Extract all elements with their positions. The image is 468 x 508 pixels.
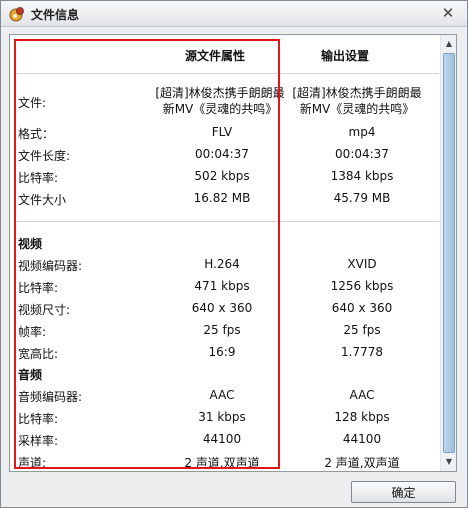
info-panel: 源文件属性 输出设置 文件: [超清]林俊杰携手朗朗最 新MV《灵魂的共鸣》 […	[9, 34, 457, 472]
row-label: 视频尺寸:	[18, 303, 71, 317]
source-value: H.264	[204, 257, 240, 271]
row-label: 比特率:	[18, 412, 59, 426]
close-button[interactable]: ✕	[439, 4, 457, 22]
scroll-thumb[interactable]	[443, 53, 455, 453]
info-row: 比特率: 502 kbps 1384 kbps	[10, 169, 440, 187]
output-value: 1256 kbps	[330, 279, 394, 293]
row-label: 格式：	[18, 127, 55, 141]
source-value: 471 kbps	[194, 279, 250, 293]
output-file-name-line: 新MV《灵魂的共鸣》	[299, 102, 415, 116]
window-title: 文件信息	[31, 8, 80, 22]
vertical-scrollbar[interactable]: ▲ ▼	[440, 35, 456, 471]
source-value: 2 声道,双声道	[184, 456, 260, 470]
scroll-down-button[interactable]: ▼	[442, 455, 456, 469]
section-title-audio: 音频	[18, 368, 43, 382]
source-value: 31 kbps	[198, 410, 246, 424]
app-logo-icon	[9, 6, 25, 22]
scroll-up-button[interactable]: ▲	[442, 37, 456, 51]
title-bar: 文件信息 ✕	[1, 1, 467, 27]
output-value: 25 fps	[343, 323, 381, 337]
row-label: 文件大小	[18, 193, 67, 207]
info-row: 格式： FLV mp4	[10, 125, 440, 143]
row-label: 比特率:	[18, 171, 59, 185]
info-row: 帧率: 25 fps 25 fps	[10, 323, 440, 341]
source-file-name-line: [超清]林俊杰携手朗朗最	[155, 86, 285, 100]
file-info-window: 文件信息 ✕ 源文件属性 输出设置 文件: [超清]林俊杰携手朗朗最 新MV《灵…	[0, 0, 468, 508]
info-row: 音频编码器: AAC AAC	[10, 388, 440, 406]
source-value: FLV	[211, 125, 233, 139]
scroll-down-arrow-icon: ▼	[445, 457, 453, 466]
output-value: 128 kbps	[334, 410, 390, 424]
info-row: 采样率: 44100 44100	[10, 432, 440, 450]
output-value: mp4	[348, 125, 376, 139]
output-value: 1384 kbps	[330, 169, 394, 183]
source-value: 640 x 360	[191, 301, 253, 315]
info-row: 文件长度: 00:04:37 00:04:37	[10, 147, 440, 165]
source-value: 502 kbps	[194, 169, 250, 183]
info-row: 宽高比: 16:9 1.7778	[10, 345, 440, 363]
output-file-name-line: [超清]林俊杰携手朗朗最	[292, 86, 422, 100]
divider	[14, 73, 439, 74]
output-value: AAC	[349, 388, 375, 402]
output-value: 44100	[342, 432, 382, 446]
row-label: 采样率:	[18, 434, 59, 448]
row-label: 音频编码器:	[18, 390, 83, 404]
scroll-up-arrow-icon: ▲	[445, 39, 453, 48]
row-label: 文件长度:	[18, 149, 71, 163]
section-title-video: 视频	[18, 237, 43, 251]
file-name-row: 文件: [超清]林俊杰携手朗朗最 新MV《灵魂的共鸣》 [超清]林俊杰携手朗朗最…	[10, 85, 440, 119]
output-value: 1.7778	[341, 345, 383, 359]
close-icon: ✕	[441, 4, 455, 22]
info-row: 视频编码器: H.264 XVID	[10, 257, 440, 275]
source-value: 16.82 MB	[193, 191, 251, 205]
info-row: 文件大小 16.82 MB 45.79 MB	[10, 191, 440, 209]
source-value: 44100	[202, 432, 242, 446]
output-value: 00:04:37	[335, 147, 389, 161]
output-value: 45.79 MB	[333, 191, 391, 205]
info-content: 源文件属性 输出设置 文件: [超清]林俊杰携手朗朗最 新MV《灵魂的共鸣》 […	[10, 35, 440, 471]
divider	[14, 221, 439, 222]
ok-button[interactable]: 确定	[351, 481, 456, 503]
row-label: 比特率:	[18, 281, 59, 295]
output-value: 2 声道,双声道	[324, 456, 400, 470]
info-row: 比特率: 31 kbps 128 kbps	[10, 410, 440, 428]
row-label: 声道:	[18, 456, 47, 470]
source-value: AAC	[209, 388, 235, 402]
info-row: 视频尺寸: 640 x 360 640 x 360	[10, 301, 440, 319]
source-value: 00:04:37	[195, 147, 249, 161]
output-value: 640 x 360	[331, 301, 393, 315]
output-value: XVID	[347, 257, 377, 271]
row-label: 文件:	[18, 96, 47, 110]
column-header-output: 输出设置	[320, 49, 369, 63]
row-label: 帧率:	[18, 325, 47, 339]
row-label: 宽高比:	[18, 347, 59, 361]
column-header-source: 源文件属性	[184, 49, 245, 63]
source-value: 25 fps	[203, 323, 241, 337]
source-value: 16:9	[208, 345, 236, 359]
output-file-name: [超清]林俊杰携手朗朗最 新MV《灵魂的共鸣》	[278, 85, 436, 117]
info-row: 比特率: 471 kbps 1256 kbps	[10, 279, 440, 297]
source-file-name: [超清]林俊杰携手朗朗最 新MV《灵魂的共鸣》	[145, 85, 295, 117]
source-file-name-line: 新MV《灵魂的共鸣》	[162, 102, 278, 116]
row-label: 视频编码器:	[18, 259, 83, 273]
info-row: 声道: 2 声道,双声道 2 声道,双声道	[10, 454, 440, 471]
